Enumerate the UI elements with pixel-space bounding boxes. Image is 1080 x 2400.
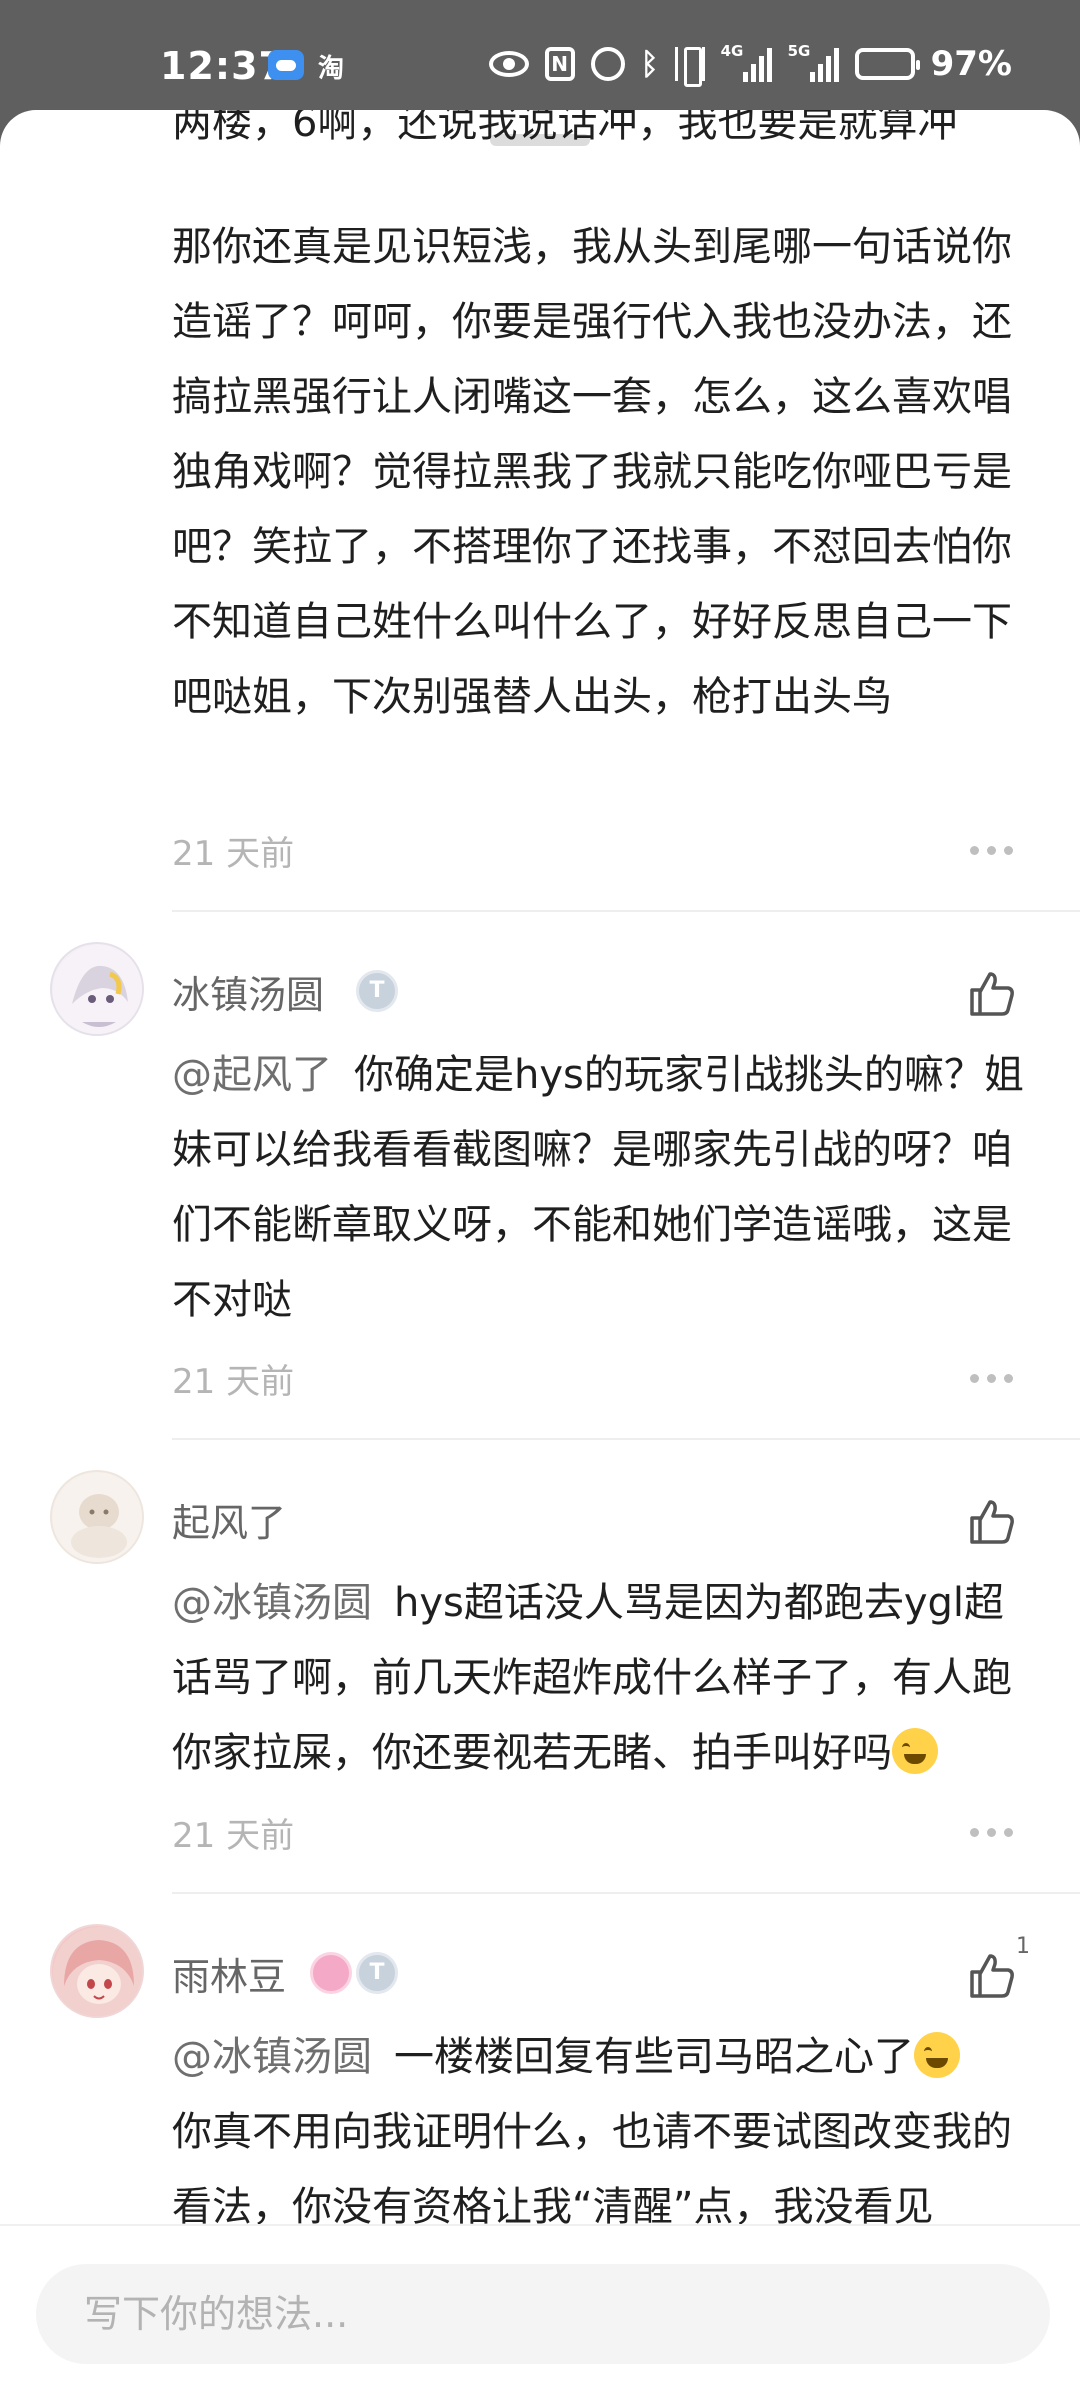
comment-text: @冰镇汤圆 hys超话没人骂是因为都跑去ygl超话骂了啊，前几天炸超炸成什么样子了… — [172, 1566, 1032, 1791]
battery-icon — [854, 48, 920, 80]
status-bar: 12:37 淘 N ᛒ 4G 5G 97% — [0, 0, 1080, 120]
divider — [172, 1438, 1080, 1440]
comment-input[interactable] — [36, 2264, 1050, 2364]
comment-text: @起风了 你确定是hys的玩家引战挑头的嘛？姐妹可以给我看看截图嘛？是哪家先引战的… — [172, 1038, 1032, 1338]
comment-text-partial: 两楼，6啊，还说我说话冲，我也要是就算冲 — [172, 110, 958, 146]
comment-text: @冰镇汤圆 一楼楼回复有些司马昭之心了 你真不用向我证明什么，也请不要试图改变我的… — [172, 2020, 1032, 2245]
signal-icon: 4G — [721, 42, 772, 82]
comment-time: 21 天前 — [172, 1362, 295, 1402]
avatar[interactable] — [50, 1470, 144, 1564]
taobao-icon: 淘 — [318, 54, 345, 84]
eye-icon — [488, 51, 529, 77]
comment-body: 一楼楼回复有些司马昭之心了 — [394, 2034, 914, 2080]
divider — [172, 910, 1080, 912]
more-icon[interactable] — [970, 1828, 1013, 1837]
user-name[interactable]: 起风了 — [172, 1492, 286, 1547]
user-name[interactable]: 冰镇汤圆 — [172, 964, 324, 1019]
avatar[interactable] — [50, 1924, 144, 2018]
signal-icon: 5G — [788, 42, 839, 82]
status-icons: N ᛒ 4G 5G 97% — [488, 42, 1012, 87]
mention-link[interactable]: @起风了 — [172, 1052, 332, 1098]
comment-partial-line: 两楼，6啊，还说我说话冲，我也要是就算冲 — [172, 110, 1032, 146]
comment-body-continued: 你真不用向我证明什么，也请不要试图改变我的看法，你没有资格让我“清醒”点，我没看… — [172, 2109, 1012, 2230]
comment-time: 21 天前 — [172, 1816, 295, 1856]
more-icon[interactable] — [970, 1374, 1013, 1383]
battery-percent: 97% — [930, 44, 1012, 84]
mention-link[interactable]: @冰镇汤圆 — [172, 1580, 372, 1626]
comment-time: 21 天前 — [172, 834, 295, 874]
grin-sweat-emoji-icon — [914, 2032, 960, 2078]
like-icon[interactable] — [966, 968, 1018, 1020]
bluetooth-icon: ᛒ — [640, 46, 659, 82]
like-icon[interactable] — [966, 1950, 1018, 2002]
mention-link[interactable]: @冰镇汤圆 — [172, 2034, 372, 2080]
comment-input-bar — [0, 2224, 1080, 2398]
like-icon[interactable] — [966, 1496, 1018, 1548]
comment-text: 那你还真是见识短浅，我从头到尾哪一句话说你造谣了？呵呵，你要是强行代入我也没办法… — [172, 224, 1012, 720]
level-badge-icon: T — [356, 970, 398, 1012]
alarm-icon — [590, 47, 625, 81]
user-name[interactable]: 雨林豆 — [172, 1946, 286, 2001]
like-count: 1 — [1016, 1934, 1030, 1959]
comments-sheet[interactable]: 两楼，6啊，还说我说话冲，我也要是就算冲 那你还真是见识短浅，我从头到尾哪一句话… — [0, 110, 1080, 2400]
avatar[interactable] — [50, 942, 144, 1036]
grin-sweat-emoji-icon — [892, 1728, 938, 1774]
more-icon[interactable] — [970, 846, 1013, 855]
level-badge-icon: T — [356, 1952, 398, 1994]
nfc-icon: N — [544, 47, 575, 81]
cloud-icon — [268, 50, 304, 80]
fan-badge-icon — [310, 1952, 352, 1994]
divider — [172, 1892, 1080, 1894]
vibrate-icon — [674, 47, 705, 87]
